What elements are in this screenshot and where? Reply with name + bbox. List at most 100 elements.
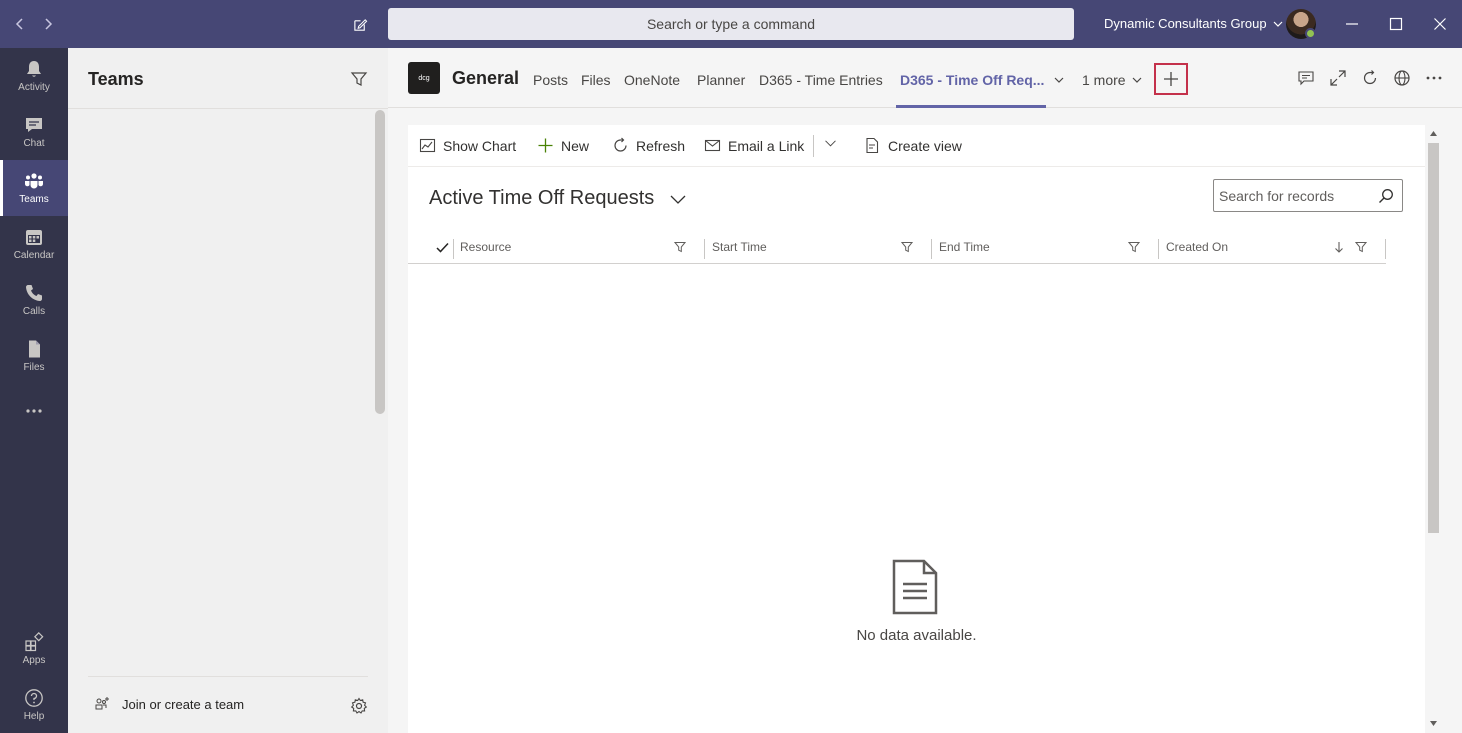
rail-item-apps[interactable]: Apps	[0, 621, 68, 677]
column-label: End Time	[939, 240, 990, 254]
join-create-team-button[interactable]: Join or create a team	[94, 696, 244, 712]
rail-item-more[interactable]	[0, 384, 68, 440]
tab-label: D365 - Time Entries	[759, 72, 883, 88]
maximize-button[interactable]	[1384, 12, 1408, 36]
search-records-input[interactable]: Search for records	[1213, 179, 1403, 212]
tab-planner[interactable]: Planner	[697, 72, 745, 88]
chevron-down-icon	[1273, 21, 1283, 27]
column-divider	[1158, 239, 1159, 259]
rail-item-calendar[interactable]: Calendar	[0, 216, 68, 272]
cmd-label: Create view	[888, 137, 962, 154]
rail-item-calls[interactable]: Calls	[0, 272, 68, 328]
empty-state-message: No data available.	[856, 627, 977, 644]
column-header-resource[interactable]: Resource	[460, 230, 511, 264]
divider	[813, 135, 814, 157]
forward-button[interactable]	[36, 12, 60, 36]
compose-icon	[353, 18, 367, 31]
search-icon[interactable]	[1378, 188, 1394, 204]
globe-icon[interactable]	[1393, 69, 1411, 87]
tab-label: OneNote	[624, 72, 681, 88]
rail-item-chat[interactable]: Chat	[0, 104, 68, 160]
tab-onenote[interactable]: OneNote	[624, 72, 680, 88]
teams-icon	[25, 173, 43, 189]
email-link-button[interactable]: Email a Link	[704, 137, 804, 154]
add-team-icon	[95, 697, 109, 710]
refresh-button[interactable]: Refresh	[612, 137, 685, 154]
chat-icon	[26, 118, 42, 132]
scroll-up-arrow-icon[interactable]	[1429, 129, 1438, 138]
app-rail: Activity Chat Teams Calendar Calls Files…	[0, 48, 68, 733]
command-bar: Show Chart New Refresh Email a Link Crea…	[408, 125, 1425, 167]
rail-item-label: Calendar	[13, 250, 55, 261]
tab-posts[interactable]: Posts	[533, 72, 568, 88]
cmd-label: New	[561, 137, 590, 154]
view-selector[interactable]: Active Time Off Requests	[429, 187, 686, 210]
tab-d365-time-off-requests[interactable]: D365 - Time Off Req...	[900, 72, 1064, 88]
column-divider	[704, 239, 705, 259]
column-label: Resource	[460, 240, 512, 254]
close-button[interactable]	[1428, 12, 1452, 36]
tab-more[interactable]: 1 more	[1082, 72, 1142, 88]
view-title: Active Time Off Requests	[429, 187, 655, 209]
filter-icon[interactable]	[674, 241, 686, 253]
select-all-checkmark-icon[interactable]	[436, 241, 449, 254]
sort-descending-icon[interactable]	[1333, 241, 1345, 253]
scroll-down-arrow-icon[interactable]	[1429, 719, 1438, 728]
teams-panel: Teams Join or create a team	[68, 48, 388, 733]
channel-header: dcg General Posts Files OneNote Planner …	[388, 48, 1462, 108]
divider	[88, 676, 368, 677]
filter-icon[interactable]	[350, 70, 368, 88]
add-tab-button[interactable]	[1154, 63, 1188, 95]
rail-item-label: Apps	[22, 655, 46, 666]
more-options-icon[interactable]	[1425, 69, 1443, 87]
rail-item-label: Help	[23, 711, 45, 722]
back-button[interactable]	[8, 12, 32, 36]
chevron-left-icon	[15, 18, 23, 30]
org-switcher[interactable]: Dynamic Consultants Group	[1104, 16, 1283, 31]
column-header-start-time[interactable]: Start Time	[712, 230, 767, 264]
bell-icon	[27, 61, 41, 77]
teams-scrollbar[interactable]	[375, 110, 385, 414]
content-scrollbar-thumb[interactable]	[1428, 143, 1439, 533]
column-divider	[453, 239, 454, 259]
reload-icon[interactable]	[1361, 69, 1379, 87]
command-search-input[interactable]: Search or type a command	[388, 8, 1074, 40]
expand-icon[interactable]	[1329, 69, 1347, 87]
column-header-end-time[interactable]: End Time	[939, 230, 990, 264]
minimize-icon	[1346, 23, 1358, 25]
calendar-icon	[26, 230, 42, 245]
close-icon	[1434, 18, 1446, 30]
filter-icon[interactable]	[901, 241, 913, 253]
show-chart-button[interactable]: Show Chart	[419, 137, 516, 154]
maximize-icon	[1389, 17, 1403, 31]
conversation-icon[interactable]	[1297, 69, 1315, 87]
filter-icon[interactable]	[1355, 241, 1367, 253]
filter-icon[interactable]	[1128, 241, 1140, 253]
rail-item-help[interactable]: Help	[0, 677, 68, 733]
column-divider	[931, 239, 932, 259]
chevron-down-icon[interactable]	[1054, 75, 1064, 85]
rail-item-teams[interactable]: Teams	[0, 160, 68, 216]
chevron-down-icon	[825, 140, 836, 147]
new-button[interactable]: New	[537, 137, 589, 154]
teams-panel-title: Teams	[88, 69, 144, 89]
org-name-label: Dynamic Consultants Group	[1104, 16, 1267, 31]
gear-icon[interactable]	[350, 697, 368, 715]
column-label: Created On	[1166, 240, 1229, 254]
minimize-button[interactable]	[1340, 12, 1364, 36]
tab-files[interactable]: Files	[581, 72, 611, 88]
create-view-button[interactable]: Create view	[864, 137, 962, 154]
rail-item-activity[interactable]: Activity	[0, 48, 68, 104]
rail-item-files[interactable]: Files	[0, 328, 68, 384]
active-tab-indicator	[896, 105, 1046, 108]
tab-label: 1 more	[1082, 72, 1126, 88]
column-header-created-on[interactable]: Created On	[1166, 230, 1228, 264]
tab-d365-time-entries[interactable]: D365 - Time Entries	[759, 72, 883, 88]
email-link-icon	[704, 139, 721, 152]
refresh-icon	[614, 137, 627, 152]
create-view-icon	[866, 137, 879, 154]
rail-item-label: Files	[23, 362, 45, 373]
more-commands-button[interactable]	[824, 137, 837, 150]
new-chat-button[interactable]	[348, 12, 372, 36]
column-divider	[1385, 239, 1386, 259]
